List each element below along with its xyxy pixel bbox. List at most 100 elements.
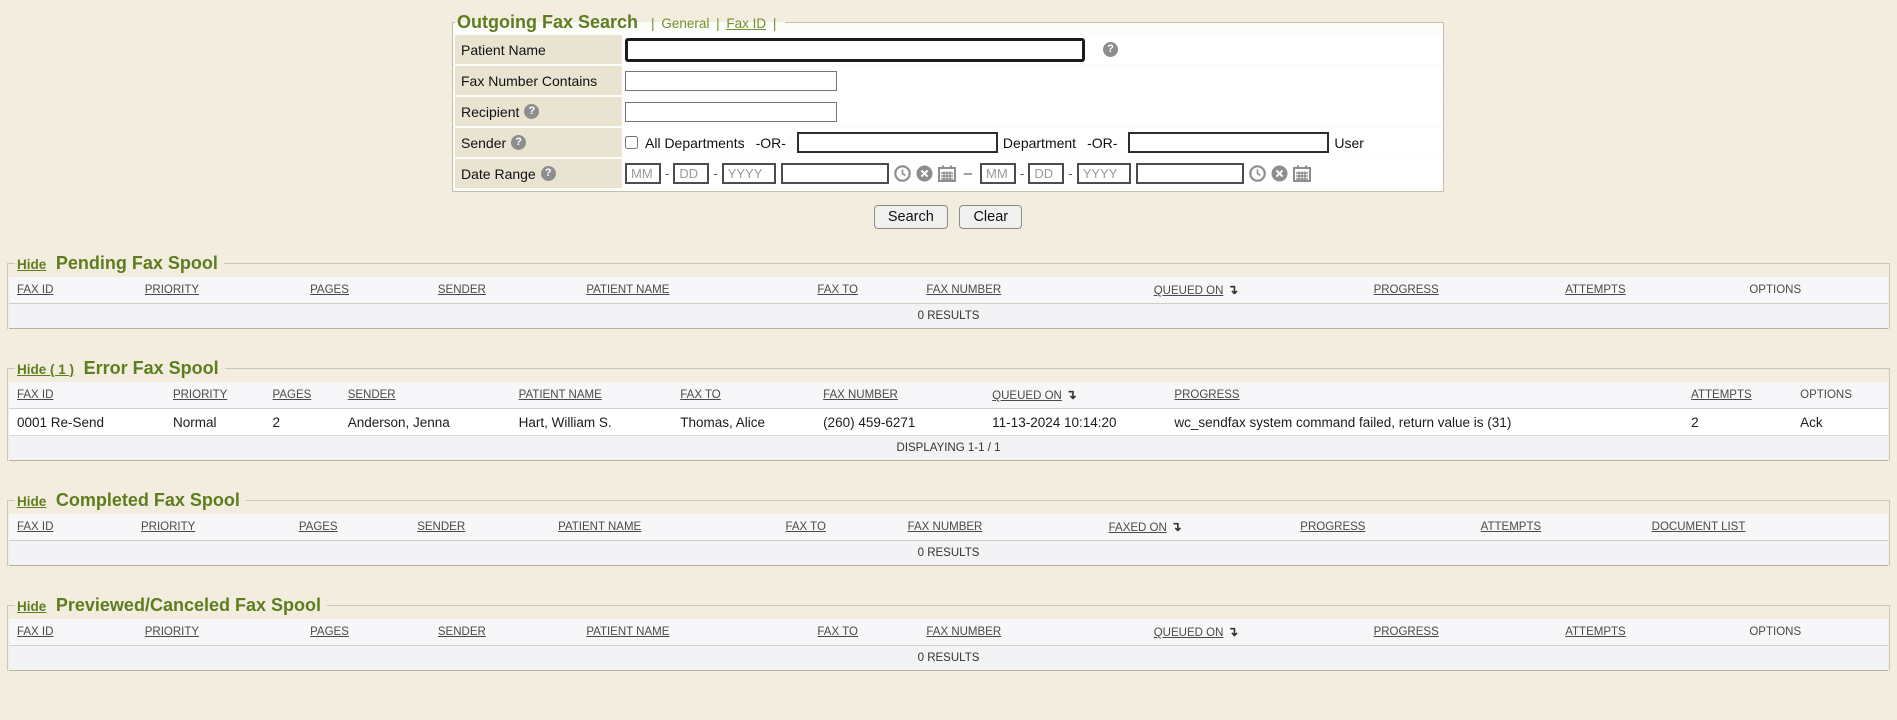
column-header-sender[interactable]: SENDER <box>340 382 511 409</box>
column-header-pages[interactable]: PAGES <box>265 382 340 409</box>
column-label[interactable]: PAGES <box>299 521 338 533</box>
date-to-time-input[interactable] <box>1136 163 1244 184</box>
date-from-day-input[interactable] <box>673 163 709 184</box>
column-label[interactable]: PROGRESS <box>1300 521 1365 533</box>
column-header-fax-id[interactable]: FAX ID <box>9 619 137 646</box>
column-label[interactable]: PAGES <box>310 626 349 638</box>
column-label[interactable]: PRIORITY <box>145 626 199 638</box>
column-header-priority[interactable]: PRIORITY <box>133 514 291 541</box>
date-from-month-input[interactable] <box>625 163 661 184</box>
column-label[interactable]: FAX TO <box>785 521 825 533</box>
column-header-attempts[interactable]: ATTEMPTS <box>1683 382 1792 409</box>
column-header-pages[interactable]: PAGES <box>302 619 430 646</box>
user-input[interactable] <box>1128 132 1329 153</box>
column-label[interactable]: ATTEMPTS <box>1565 626 1625 638</box>
column-label[interactable]: FAX NUMBER <box>908 521 983 533</box>
all-departments-checkbox[interactable] <box>625 136 638 149</box>
column-label[interactable]: PRIORITY <box>141 521 195 533</box>
date-to-day-input[interactable] <box>1028 163 1064 184</box>
column-label[interactable]: FAX TO <box>817 284 857 296</box>
column-label[interactable]: FAX TO <box>817 626 857 638</box>
column-label[interactable]: DOCUMENT LIST <box>1652 521 1746 533</box>
column-label[interactable]: PAGES <box>310 284 349 296</box>
column-header-fax-to[interactable]: FAX TO <box>809 619 918 646</box>
date-to-year-input[interactable] <box>1077 163 1131 184</box>
column-header-attempts[interactable]: ATTEMPTS <box>1557 619 1741 646</box>
column-label[interactable]: FAX NUMBER <box>926 626 1001 638</box>
column-label[interactable]: PRIORITY <box>145 284 199 296</box>
column-header-sender[interactable]: SENDER <box>409 514 550 541</box>
column-header-fax-number[interactable]: FAX NUMBER <box>815 382 984 409</box>
column-label[interactable]: PROGRESS <box>1374 284 1439 296</box>
column-header-patient-name[interactable]: PATIENT NAME <box>550 514 777 541</box>
column-header-fax-to[interactable]: FAX TO <box>809 277 918 304</box>
search-button[interactable]: Search <box>874 205 948 229</box>
column-header-attempts[interactable]: ATTEMPTS <box>1557 277 1741 304</box>
column-header-faxed-on[interactable]: FAXED ON↴ <box>1101 514 1293 541</box>
column-header-sender[interactable]: SENDER <box>430 277 578 304</box>
date-range-help-icon[interactable]: ? <box>541 166 556 181</box>
to-clock-icon[interactable] <box>1249 165 1266 182</box>
tab-fax-id[interactable]: Fax ID <box>726 16 766 31</box>
hide-link[interactable]: Hide <box>17 494 46 509</box>
column-header-patient-name[interactable]: PATIENT NAME <box>578 619 809 646</box>
column-header-fax-number[interactable]: FAX NUMBER <box>918 277 1145 304</box>
column-label[interactable]: PROGRESS <box>1174 389 1239 401</box>
column-header-priority[interactable]: PRIORITY <box>165 382 265 409</box>
column-header-fax-id[interactable]: FAX ID <box>9 514 133 541</box>
column-header-progress[interactable]: PROGRESS <box>1366 277 1558 304</box>
column-label[interactable]: QUEUED ON <box>1154 285 1224 297</box>
from-clear-icon[interactable] <box>916 165 933 182</box>
column-header-pages[interactable]: PAGES <box>302 277 430 304</box>
column-header-patient-name[interactable]: PATIENT NAME <box>511 382 673 409</box>
fax-number-contains-input[interactable] <box>625 71 837 91</box>
from-calendar-icon[interactable] <box>938 165 956 182</box>
column-header-fax-id[interactable]: FAX ID <box>9 277 137 304</box>
hide-link[interactable]: Hide ( 1 ) <box>17 362 74 377</box>
date-from-year-input[interactable] <box>722 163 776 184</box>
column-label[interactable]: PAGES <box>273 389 312 401</box>
column-label[interactable]: ATTEMPTS <box>1691 389 1751 401</box>
tab-general[interactable]: General <box>661 16 709 31</box>
column-header-fax-to[interactable]: FAX TO <box>777 514 899 541</box>
column-label[interactable]: FAX NUMBER <box>823 389 898 401</box>
column-label[interactable]: FAX ID <box>17 284 53 296</box>
row-action-options[interactable]: Ack <box>1792 409 1888 436</box>
column-label[interactable]: FAX ID <box>17 389 53 401</box>
hide-link[interactable]: Hide <box>17 599 46 614</box>
date-to-month-input[interactable] <box>980 163 1016 184</box>
column-label[interactable]: PATIENT NAME <box>519 389 602 401</box>
column-header-fax-to[interactable]: FAX TO <box>672 382 815 409</box>
column-header-progress[interactable]: PROGRESS <box>1166 382 1683 409</box>
recipient-help-icon[interactable]: ? <box>524 104 539 119</box>
column-header-progress[interactable]: PROGRESS <box>1292 514 1472 541</box>
from-clock-icon[interactable] <box>894 165 911 182</box>
column-header-fax-id[interactable]: FAX ID <box>9 382 165 409</box>
to-calendar-icon[interactable] <box>1293 165 1311 182</box>
column-label[interactable]: PRIORITY <box>173 389 227 401</box>
column-header-attempts[interactable]: ATTEMPTS <box>1473 514 1644 541</box>
column-header-priority[interactable]: PRIORITY <box>137 619 302 646</box>
column-label[interactable]: PATIENT NAME <box>558 521 641 533</box>
patient-name-help-icon[interactable]: ? <box>1103 42 1118 57</box>
column-label[interactable]: FAX ID <box>17 521 53 533</box>
sender-help-icon[interactable]: ? <box>511 135 526 150</box>
recipient-input[interactable] <box>625 102 837 122</box>
column-label[interactable]: PROGRESS <box>1374 626 1439 638</box>
patient-name-input[interactable] <box>625 38 1085 62</box>
row-action-fax-id[interactable]: 0001 Re-Send <box>9 409 165 436</box>
column-header-queued-on[interactable]: QUEUED ON↴ <box>984 382 1166 409</box>
column-header-sender[interactable]: SENDER <box>430 619 578 646</box>
column-label[interactable]: PATIENT NAME <box>586 284 669 296</box>
column-label[interactable]: FAX ID <box>17 626 53 638</box>
column-label[interactable]: SENDER <box>438 626 486 638</box>
column-label[interactable]: QUEUED ON <box>992 390 1062 402</box>
column-label[interactable]: SENDER <box>417 521 465 533</box>
column-label[interactable]: SENDER <box>438 284 486 296</box>
column-header-fax-number[interactable]: FAX NUMBER <box>900 514 1101 541</box>
to-clear-icon[interactable] <box>1271 165 1288 182</box>
column-header-queued-on[interactable]: QUEUED ON↴ <box>1146 277 1366 304</box>
column-label[interactable]: ATTEMPTS <box>1565 284 1625 296</box>
column-label[interactable]: ATTEMPTS <box>1481 521 1541 533</box>
column-label[interactable]: QUEUED ON <box>1154 627 1224 639</box>
